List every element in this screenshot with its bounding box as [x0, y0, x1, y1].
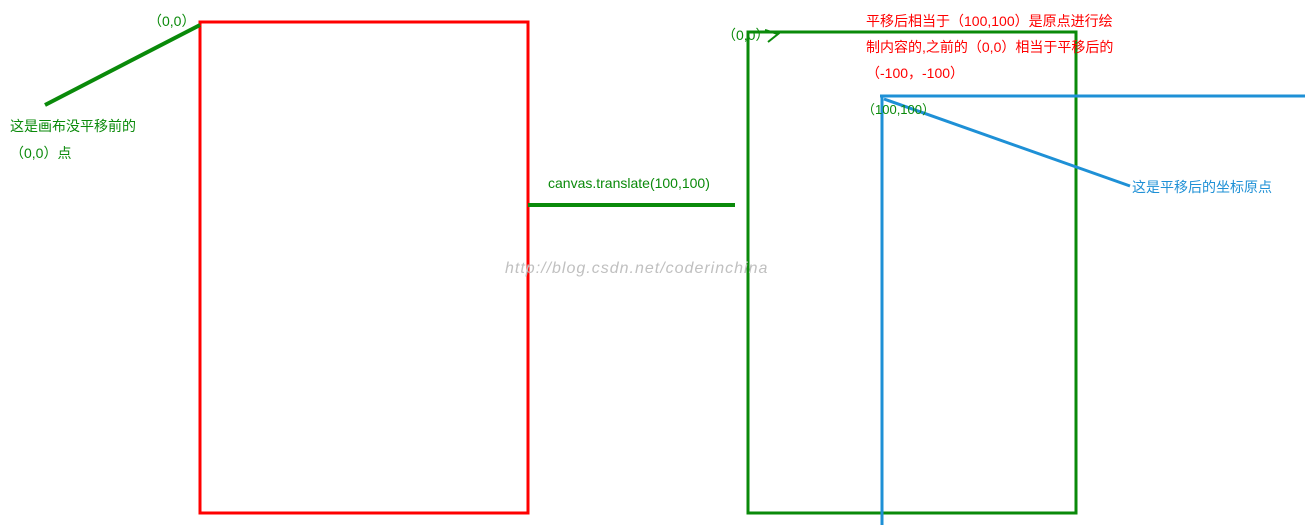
before-translate-note-line2: （0,0）点 [10, 142, 71, 164]
left-origin-label: （0,0） [148, 10, 195, 32]
before-translate-note-line1: 这是画布没平移前的 [10, 115, 136, 137]
after-translate-label: 这是平移后的坐标原点 [1132, 176, 1272, 198]
right-origin-label: （0,0） [722, 24, 769, 46]
shifted-point-label: （100,100） [862, 100, 935, 121]
left-rectangle [200, 22, 528, 513]
watermark-text: http://blog.csdn.net/coderinchina [505, 256, 768, 282]
red-note-line1: 平移后相当于（100,100）是原点进行绘 [866, 10, 1113, 32]
left-origin-pointer-line [45, 25, 200, 105]
red-note-line2: 制内容的,之前的（0,0）相当于平移后的 [866, 36, 1113, 58]
red-note-line3: （-100，-100） [866, 62, 964, 84]
translate-code-label: canvas.translate(100,100) [548, 172, 710, 194]
